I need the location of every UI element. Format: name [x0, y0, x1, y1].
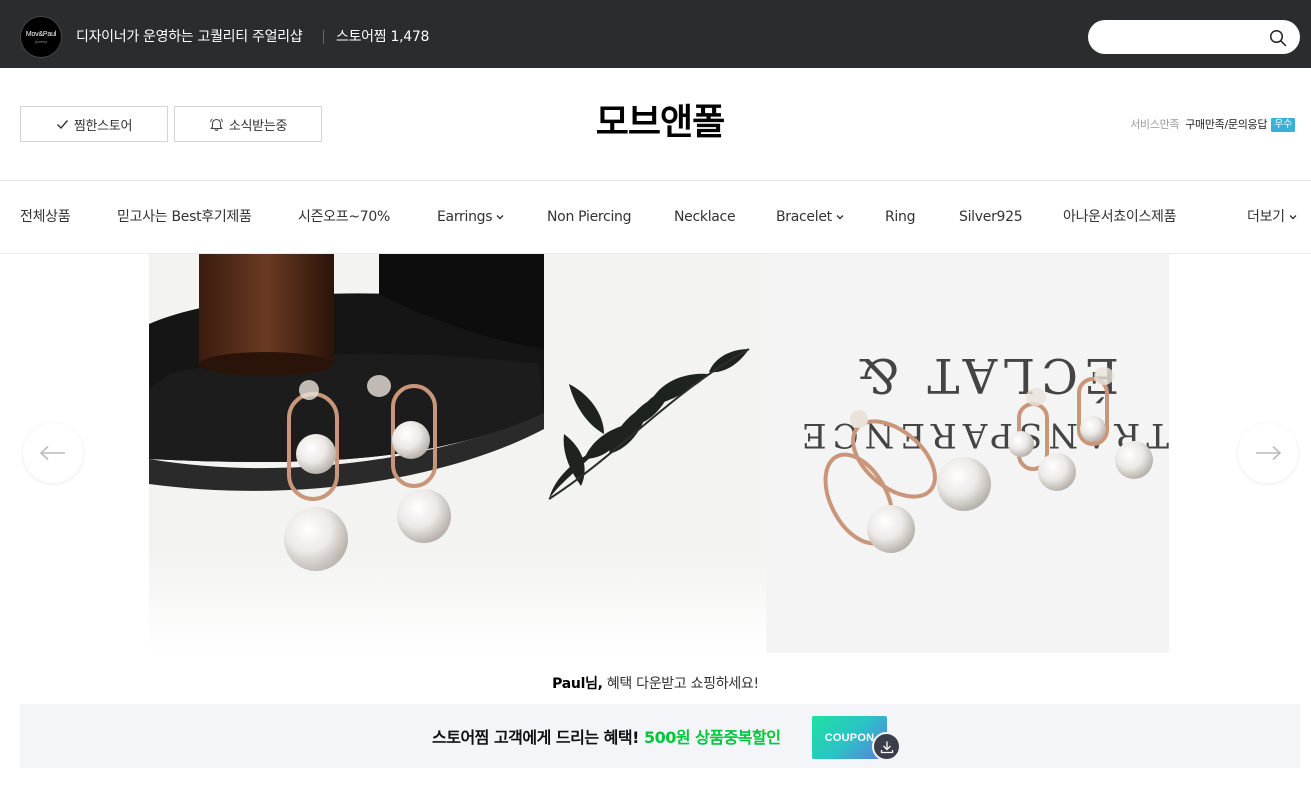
zzim-store-button[interactable]: 찜한스토어 — [20, 106, 168, 142]
benefit-greeting: Paul님, 혜택 다운받고 쇼핑하세요! — [0, 674, 1311, 694]
download-icon[interactable] — [872, 732, 901, 761]
coupon-text: 스토어찜 고객에게 드리는 혜택! 500원 상품중복할인 — [432, 728, 781, 748]
nav-item-ring[interactable]: Ring — [885, 207, 915, 227]
banner-next-button[interactable] — [1238, 423, 1298, 483]
arrow-left-icon — [39, 445, 65, 461]
nav-item-label: Silver925 — [959, 209, 1023, 225]
search-input[interactable] — [1102, 26, 1262, 48]
nav-item-label: Necklace — [674, 209, 736, 225]
user-name: Paul님, — [552, 676, 603, 692]
logo-subtext: jewelry — [34, 38, 48, 44]
nav-item-all-products[interactable]: 전체상품 — [20, 207, 71, 227]
banner-prev-button[interactable] — [23, 423, 83, 483]
chevron-down-icon — [836, 215, 844, 220]
check-icon — [56, 119, 68, 129]
nav-item-announcer-choice[interactable]: 아나운서쵸이스제품 — [1063, 207, 1177, 227]
main-banner[interactable]: TRANSPARENCE ÉCLAT & — [149, 254, 1169, 653]
coupon-text-highlight: 500원 상품중복할인 — [643, 728, 781, 747]
coupon-text-prefix: 스토어찜 고객에게 드리는 혜택! — [432, 728, 644, 747]
chevron-down-icon — [1289, 215, 1297, 220]
nav-item-best-reviews[interactable]: 믿고사는 Best후기제품 — [117, 207, 252, 227]
search-icon[interactable] — [1269, 29, 1287, 47]
zzim-store-label: 찜한스토어 — [73, 118, 133, 134]
nav-item-label: 전체상품 — [20, 209, 71, 225]
download-arrow-icon — [880, 741, 893, 753]
subscribe-news-button[interactable]: 소식받는중 — [174, 106, 322, 142]
logo-text: Mov&Paul — [25, 30, 57, 38]
nav-more-label: 더보기 — [1247, 209, 1285, 225]
store-zzim-count: 스토어찜 1,478 — [336, 29, 430, 45]
nav-item-label: Non Piercing — [547, 209, 632, 225]
nav-item-label: 믿고사는 Best후기제품 — [117, 209, 252, 225]
arrow-right-icon — [1256, 445, 1282, 461]
store-name[interactable]: 모브앤폴 — [540, 100, 780, 146]
subscribe-news-label: 소식받는중 — [228, 118, 288, 134]
nav-more-button[interactable]: 더보기 — [1247, 207, 1297, 227]
greeting-message: 혜택 다운받고 쇼핑하세요! — [602, 676, 759, 692]
nav-item-necklace[interactable]: Necklace — [674, 207, 736, 227]
nav-item-non-piercing[interactable]: Non Piercing — [547, 207, 632, 227]
coupon-chip-label: COUPON — [824, 731, 875, 744]
store-tagline: 디자이너가 운영하는 고퀄리티 주얼리샵 — [76, 29, 303, 45]
service-satisfaction: 서비스만족 구매만족/문의응답 우수 — [1130, 117, 1295, 133]
nav-item-label: 시즌오프~70% — [298, 209, 390, 225]
nav-item-label: Bracelet — [776, 209, 832, 225]
service-badge: 우수 — [1271, 118, 1295, 132]
nav-item-season-off[interactable]: 시즌오프~70% — [298, 207, 390, 227]
nav-item-bracelet[interactable]: Bracelet — [776, 207, 844, 227]
nav-item-label: Ring — [885, 209, 916, 225]
divider — [323, 30, 324, 44]
service-label: 서비스만족 — [1130, 118, 1180, 131]
store-logo[interactable]: Mov&Paul jewelry — [20, 16, 62, 58]
nav-item-label: Earrings — [437, 209, 493, 225]
nav-item-label: 아나운서쵸이스제품 — [1063, 209, 1177, 225]
banner-image: TRANSPARENCE ÉCLAT & — [149, 254, 1169, 653]
service-value: 구매만족/문의응답 — [1185, 118, 1268, 131]
bell-icon — [209, 118, 223, 131]
chevron-down-icon — [496, 215, 504, 220]
nav-item-earrings[interactable]: Earrings — [437, 207, 504, 227]
nav-divider-top — [0, 180, 1311, 181]
nav-item-silver925[interactable]: Silver925 — [959, 207, 1023, 227]
